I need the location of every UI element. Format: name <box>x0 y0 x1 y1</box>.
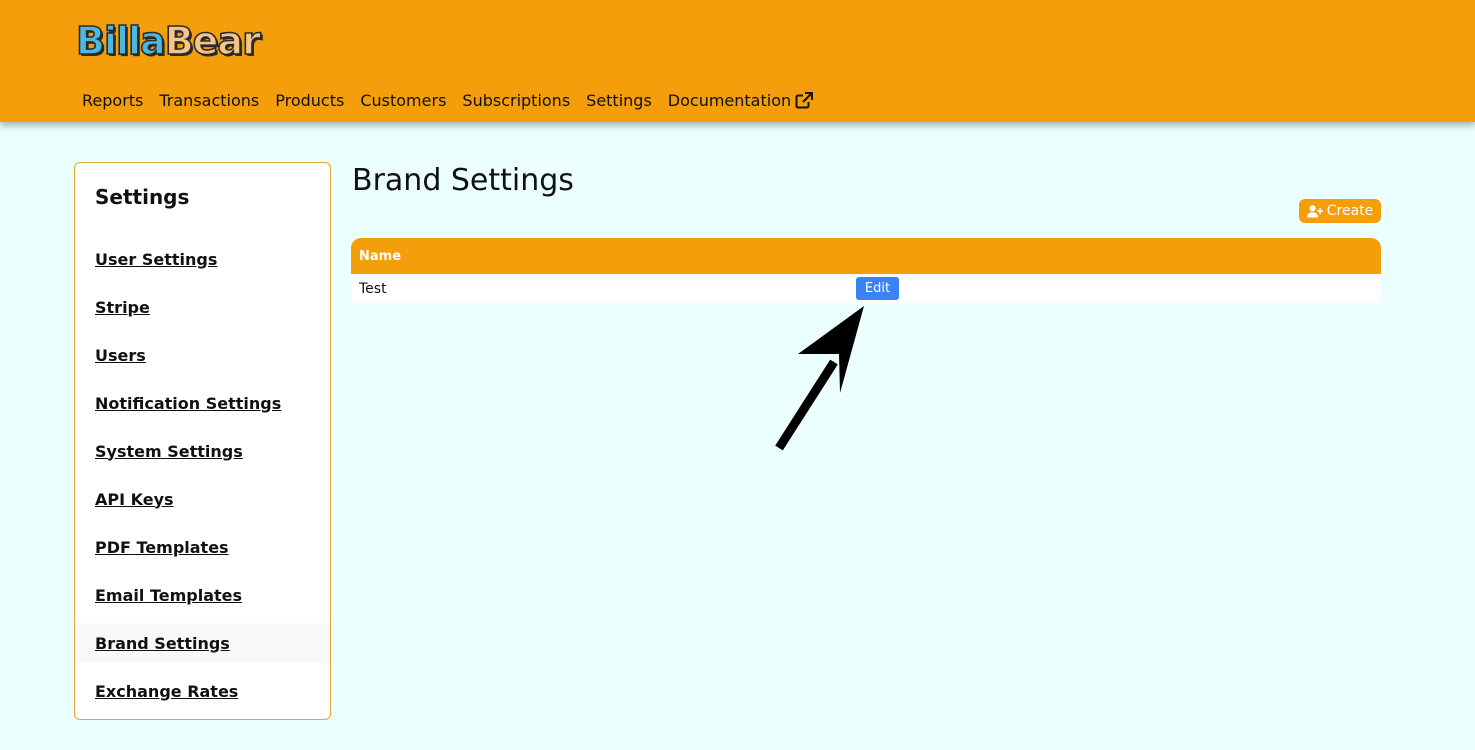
column-header-name: Name <box>359 248 402 264</box>
sidebar-item-system-settings[interactable]: System Settings <box>75 431 330 471</box>
sidebar-item-exchange-rates[interactable]: Exchange Rates <box>75 671 330 711</box>
main-nav: Reports Transactions Products Customers … <box>82 91 814 110</box>
sidebar-title: Settings <box>95 185 190 209</box>
nav-settings[interactable]: Settings <box>586 91 652 110</box>
sidebar-item-brand-settings[interactable]: Brand Settings <box>75 623 330 663</box>
table-header: Name <box>351 238 1381 274</box>
nav-documentation-label: Documentation <box>667 91 792 110</box>
sidebar-item-notification-settings[interactable]: Notification Settings <box>75 383 330 423</box>
table-row: Test Edit <box>351 274 1381 303</box>
nav-reports[interactable]: Reports <box>82 91 143 110</box>
external-link-icon <box>795 91 814 108</box>
user-plus-icon <box>1306 204 1323 217</box>
billabear-logo[interactable]: BillaBear <box>75 18 262 64</box>
sidebar-item-user-settings[interactable]: User Settings <box>75 239 330 279</box>
annotation-arrow-icon <box>775 306 864 451</box>
sidebar-item-api-keys[interactable]: API Keys <box>75 479 330 519</box>
nav-products[interactable]: Products <box>275 91 344 110</box>
page-title: Brand Settings <box>352 163 574 198</box>
nav-transactions[interactable]: Transactions <box>159 91 259 110</box>
sidebar-item-pdf-templates[interactable]: PDF Templates <box>75 527 330 567</box>
nav-customers[interactable]: Customers <box>360 91 446 110</box>
settings-sidebar: Settings User Settings Stripe Users Noti… <box>74 162 331 720</box>
logo-part-1: Billa <box>75 18 166 64</box>
brand-settings-table: Name Test Edit <box>351 238 1381 303</box>
logo-part-2: Bear <box>164 18 262 64</box>
create-button[interactable]: Create <box>1299 199 1381 223</box>
nav-documentation[interactable]: Documentation <box>667 91 814 110</box>
sidebar-item-stripe[interactable]: Stripe <box>75 287 330 327</box>
create-button-label: Create <box>1326 203 1374 219</box>
nav-subscriptions[interactable]: Subscriptions <box>462 91 570 110</box>
row-name: Test <box>359 280 387 297</box>
sidebar-item-users[interactable]: Users <box>75 335 330 375</box>
edit-button[interactable]: Edit <box>856 277 899 300</box>
sidebar-item-email-templates[interactable]: Email Templates <box>75 575 330 615</box>
top-header: BillaBear Reports Transactions Products … <box>0 0 1475 122</box>
